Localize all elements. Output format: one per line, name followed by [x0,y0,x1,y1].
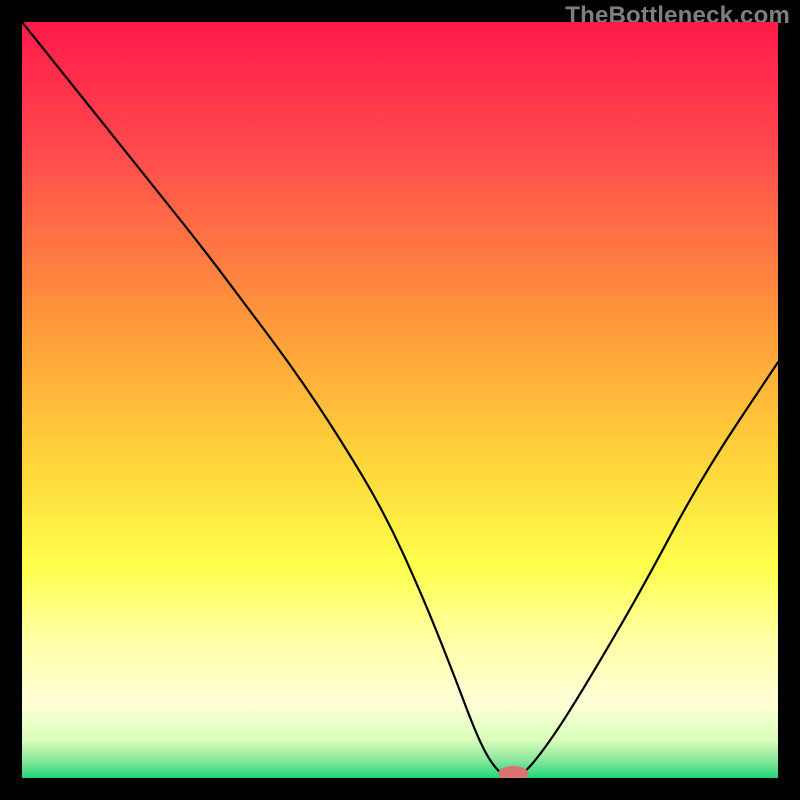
chart-frame: TheBottleneck.com [0,0,800,800]
plot-area [22,22,778,778]
chart-svg [22,22,778,778]
chart-background [22,22,778,778]
